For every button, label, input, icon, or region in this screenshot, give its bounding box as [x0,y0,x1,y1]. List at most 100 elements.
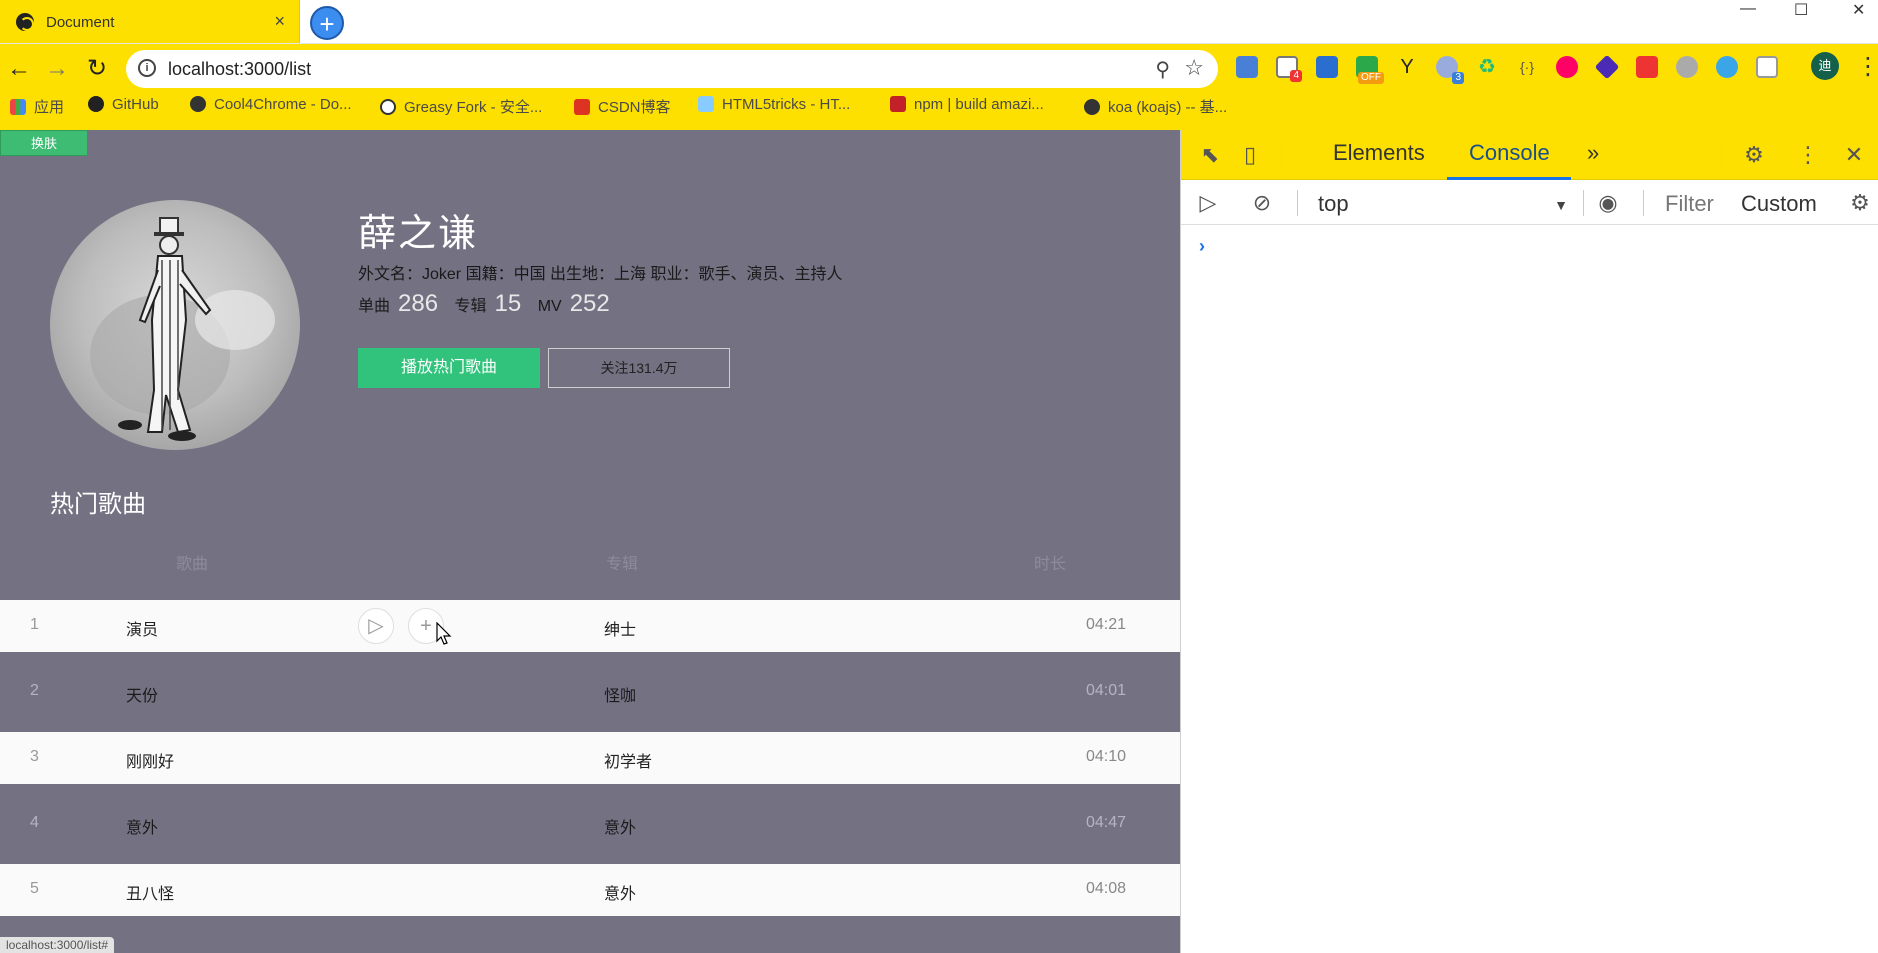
table-row[interactable]: 2 天份 怪咖 04:01 [0,666,1180,718]
artist-page: 换肤 薛之谦 外文名：Joker 国籍：中国 出生地：上海 职业：歌手、演员、主… [0,130,1180,953]
tab-title: Document [46,14,115,31]
album-name[interactable]: 初学者 [604,748,652,772]
forward-icon[interactable]: → [42,54,72,84]
song-duration: 04:10 [1085,748,1126,765]
site-info-icon[interactable]: i [138,59,156,77]
divider [1281,142,1282,168]
extension-icon[interactable] [1236,56,1258,78]
reload-icon[interactable]: ↻ [82,54,112,84]
column-header-album: 专辑 [606,556,639,573]
song-name[interactable]: 刚刚好 [126,748,174,772]
console-settings-gear-icon[interactable]: ⚙ [1847,190,1873,216]
row-index: 3 [30,748,39,765]
tab-document[interactable]: Document × [0,0,300,44]
tab-close-icon[interactable]: × [274,11,285,32]
song-name[interactable]: 天份 [126,682,158,706]
divider [1643,190,1644,216]
browser-menu-icon[interactable]: ⋮ [1856,52,1878,81]
back-icon[interactable]: ← [4,54,34,84]
s-extension-icon[interactable]: 3 [1436,56,1464,84]
song-name[interactable]: 意外 [126,814,158,838]
vue-extension-icon[interactable]: Y [1396,56,1418,78]
bookmark-label: koa (koajs) -- 基... [1108,99,1228,116]
minimize-icon[interactable]: — [1740,0,1756,18]
tampermonkey-extension-icon[interactable] [1716,56,1738,78]
badge-count: 3 [1452,72,1464,84]
json-extension-icon[interactable]: {·} [1516,56,1538,78]
device-toolbar-icon[interactable]: ▯ [1237,142,1263,168]
close-window-icon[interactable]: ✕ [1852,0,1865,20]
column-header-song: 歌曲 [176,556,209,573]
kebab-menu-icon[interactable]: ⋮ [1795,142,1821,168]
gear-icon[interactable]: ⚙ [1741,142,1767,168]
badge-count: 4 [1290,70,1302,82]
play-icon[interactable]: ▷ [358,608,394,644]
log-levels-dropdown[interactable]: Custom [1741,191,1817,217]
bookmark-csdn[interactable]: CSDN博客 [574,96,671,117]
sidebar-toggle-icon[interactable]: ▷ [1195,190,1221,216]
bookmark-koa[interactable]: koa (koajs) -- 基... [1084,96,1227,117]
album-name[interactable]: 绅士 [604,616,636,640]
mail-extension-icon[interactable]: 4 [1276,56,1302,82]
artist-avatar [50,200,300,450]
album-name[interactable]: 意外 [604,880,636,904]
table-row[interactable]: 4 意外 意外 04:47 [0,798,1180,850]
console-prompt[interactable]: › [1199,236,1205,257]
bookmark-html5tricks[interactable]: HTML5tricks - HT... [698,96,850,113]
artist-meta: 外文名：Joker 国籍：中国 出生地：上海 职业：歌手、演员、主持人 [358,266,843,283]
artist-stats: 单曲 286 专辑 15 MV 252 [358,290,622,318]
url-text[interactable]: localhost:3000/list [168,59,311,80]
fe-extension-icon[interactable] [1636,56,1658,78]
eye-icon[interactable]: ◉ [1595,190,1621,216]
new-tab-button[interactable]: + [310,6,344,40]
album-name[interactable]: 怪咖 [604,682,636,706]
table-row[interactable]: 1 演员 ▷ + 绅士 04:21 [0,600,1180,652]
filter-input[interactable]: Filter [1665,191,1714,217]
table-row[interactable]: 5 丑八怪 意外 04:08 [0,864,1180,916]
people-extension-icon[interactable] [1556,56,1578,78]
album-name[interactable]: 意外 [604,814,636,838]
follow-button[interactable]: 关注131.4万 [548,348,730,388]
bookmark-label: Greasy Fork - 安全... [404,99,543,116]
artist-silhouette-image [90,217,275,441]
tab-console[interactable]: Console [1469,140,1550,166]
more-tabs-icon[interactable]: » [1587,140,1599,166]
maximize-icon[interactable]: ☐ [1794,0,1808,20]
column-header-duration: 时长 [1034,556,1067,573]
apps-grid-icon [10,99,26,115]
bookmark-github[interactable]: GitHub [88,96,159,113]
close-icon[interactable]: ✕ [1841,142,1867,168]
bookmark-cool4chrome[interactable]: Cool4Chrome - Do... [190,96,352,113]
bookmark-apps[interactable]: 应用 [10,96,64,117]
bookmarks-bar: 应用 GitHub Cool4Chrome - Do... Greasy For… [0,92,1878,122]
row-index: 5 [30,880,39,897]
calendar-extension-icon[interactable] [1756,56,1778,78]
diamond-extension-icon[interactable] [1594,54,1620,80]
tab-elements[interactable]: Elements [1333,140,1425,166]
song-name[interactable]: 演员 [126,616,158,640]
profile-avatar[interactable]: 迪 [1811,52,1839,80]
inspect-element-icon[interactable]: ⬉ [1197,142,1223,168]
bookmark-greasyfork[interactable]: Greasy Fork - 安全... [380,96,542,117]
bookmark-npm[interactable]: npm | build amazi... [890,96,1044,113]
context-selector[interactable]: top ▼ [1318,191,1568,217]
badge-off: OFF [1358,72,1384,84]
section-title: 热门歌曲 [50,491,146,518]
address-bar[interactable]: i localhost:3000/list ⚲ ☆ [126,50,1218,88]
bookmark-star-icon[interactable]: ☆ [1184,55,1204,81]
skin-button[interactable]: 换肤 [0,130,88,156]
table-row[interactable]: 3 刚刚好 初学者 04:10 [0,732,1180,784]
bookmark-label: Cool4Chrome - Do... [214,96,352,113]
shield-extension-icon[interactable] [1676,56,1698,78]
recycle-extension-icon[interactable]: ♻ [1476,56,1498,78]
zoom-icon[interactable]: ⚲ [1155,57,1170,82]
info-extension-icon[interactable]: OFF [1356,56,1384,84]
stat-label: MV [537,298,562,315]
play-hot-songs-button[interactable]: 播放热门歌曲 [358,348,540,388]
word-extension-icon[interactable] [1316,56,1338,78]
stat-value: 15 [494,290,522,317]
clear-console-icon[interactable]: ⊘ [1249,190,1275,216]
song-name[interactable]: 丑八怪 [126,880,174,904]
browser-toolbar: ← → ↻ i localhost:3000/list ⚲ ☆ 4 OFF Y … [0,44,1878,130]
stat-value: 286 [398,290,439,317]
